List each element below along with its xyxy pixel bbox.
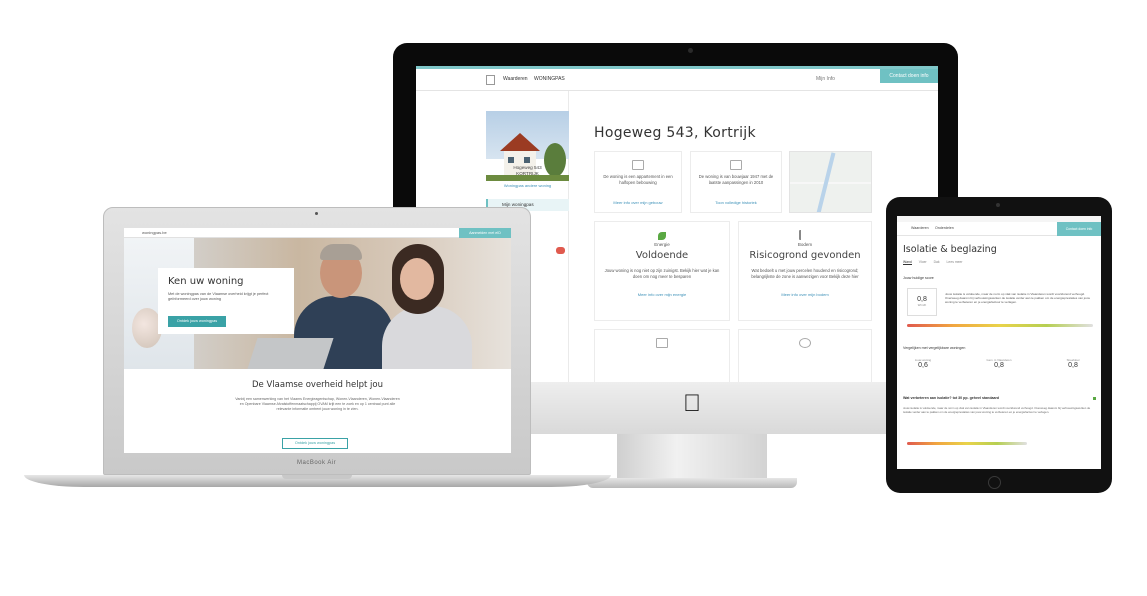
soil-label: Bodem bbox=[797, 242, 813, 247]
history-card: De woning is van bouwjaar 1947 met de la… bbox=[690, 151, 782, 213]
hero-text: Met de woningpas van de Vlaamse overheid… bbox=[168, 292, 269, 301]
page-title: Hogeweg 543, Kortrijk bbox=[594, 125, 756, 141]
macbook-notch bbox=[282, 475, 352, 479]
score-gradient-bar bbox=[907, 324, 1093, 327]
ipad-page-title: Isolatie & beglazing bbox=[903, 244, 997, 255]
login-button[interactable]: Aanmelden met eID bbox=[459, 228, 511, 238]
section-paragraph: Vanbij een samenwerking van het Vlaams E… bbox=[235, 397, 400, 411]
tab-dak[interactable]: Dak bbox=[934, 260, 940, 264]
woman-face bbox=[400, 258, 434, 300]
tab-vloer[interactable]: Vloer bbox=[919, 260, 927, 264]
soil-status: Risicogrond gevonden bbox=[749, 250, 861, 261]
sidebar-other-home-link[interactable]: Woningpas andere woning bbox=[486, 183, 569, 188]
nav-item-woningpas[interactable]: WONINGPAS bbox=[534, 76, 565, 82]
user-menu[interactable]: Mijn Info bbox=[816, 76, 835, 82]
ipad-contact-button[interactable]: Contact doen info bbox=[1057, 222, 1101, 236]
building-card-text: De woning is een appartement in een half… bbox=[603, 174, 673, 185]
hero-card: Ken uw woning Met de woningpas van de Vl… bbox=[158, 268, 294, 334]
nav-item-waarderen[interactable]: Waarderen bbox=[503, 76, 528, 82]
macbook-screen: woningpas.be Aanmelden met eID Ken uw wo… bbox=[124, 228, 511, 453]
ipad-nav-item-2[interactable]: Onderdelen bbox=[935, 226, 954, 230]
imac-topbar: Waarderen WONINGPAS Mijn Info Contact do… bbox=[416, 69, 938, 91]
compare-row: Jouw woning 0,6 Gem. in Vlaanderen 0,8 S… bbox=[903, 358, 1095, 386]
woman-figure bbox=[382, 306, 472, 369]
brand-text[interactable]: woningpas.be bbox=[142, 230, 167, 235]
house-roof bbox=[500, 133, 540, 151]
building-card: De woning is een appartement in een half… bbox=[594, 151, 682, 213]
improve-gradient-bar bbox=[907, 442, 1027, 445]
compare-value: 0,6 bbox=[918, 362, 928, 369]
device-mockup-stage: Waarderen WONINGPAS Mijn Info Contact do… bbox=[0, 0, 1147, 596]
check-icon bbox=[1093, 397, 1096, 400]
soil-card-link[interactable]: Meer info over mijn bodem bbox=[739, 292, 871, 297]
imac-stand bbox=[617, 434, 767, 478]
secondary-cta-button[interactable]: Ontdek jouw woningpas bbox=[282, 438, 348, 449]
score-section-title: Jouw huidige score bbox=[903, 276, 934, 280]
address-city: KORTRIJK bbox=[516, 171, 539, 176]
ipad-home-button[interactable] bbox=[988, 476, 1001, 489]
history-icon bbox=[730, 160, 742, 170]
soil-card: Bodem Risicogrond gevonden Wat bedoelt u… bbox=[738, 221, 872, 321]
tab-wand[interactable]: Wand bbox=[903, 260, 912, 265]
man-hair bbox=[320, 244, 362, 260]
energy-status: Voldoende bbox=[635, 250, 689, 261]
ipad-screen: Waarderen Onderdelen Contact doen info I… bbox=[897, 216, 1101, 469]
house-window bbox=[524, 157, 530, 163]
history-card-link[interactable]: Toon volledige historiek bbox=[691, 200, 781, 205]
leaf-icon bbox=[658, 232, 666, 240]
improve-paragraph: Jouw isolatie is voldoende, maar de norm… bbox=[903, 406, 1091, 414]
history-card-text: De woning is van bouwjaar 1947 met de la… bbox=[698, 174, 774, 185]
macbook-label: MacBook Air bbox=[297, 460, 337, 466]
score-description: Jouw isolatie is voldoende, maar de norm… bbox=[945, 292, 1090, 305]
compare-value: 0,8 bbox=[1068, 362, 1078, 369]
compare-item: Jouw woning 0,6 bbox=[903, 358, 943, 369]
hero-title: Ken uw woning bbox=[168, 276, 244, 287]
energy-card-link[interactable]: Meer info over mijn energie bbox=[595, 292, 729, 297]
ipad-nav-item-1[interactable]: Waarderen bbox=[911, 226, 929, 230]
score-unit: W/m²K bbox=[917, 303, 927, 307]
building-card-link[interactable]: Meer info over mijn gebouw bbox=[595, 200, 681, 205]
improve-section-title: Wat verbeteren aan isolatie? tot 30 pp. … bbox=[903, 396, 1000, 400]
documents-card bbox=[594, 329, 730, 382]
contact-button[interactable]: Contact doen info bbox=[880, 69, 938, 83]
compare-item: Gem. in Vlaanderen 0,8 bbox=[979, 358, 1019, 369]
apple-logo-icon:  bbox=[683, 392, 701, 416]
location-map[interactable] bbox=[789, 151, 872, 213]
laptop-in-photo bbox=[246, 338, 334, 369]
logo-icon bbox=[486, 75, 495, 85]
hero-cta-button[interactable]: Ontdek jouw woningpas bbox=[168, 316, 226, 327]
energy-label: Energie bbox=[654, 242, 670, 247]
compare-item: Streefdoel 0,8 bbox=[1053, 358, 1093, 369]
macbook-topbar: woningpas.be Aanmelden met eID bbox=[124, 228, 511, 238]
imac-stand-foot bbox=[587, 478, 797, 488]
sidebar-address: Hogeweg 543 KORTRIJK bbox=[486, 165, 569, 177]
energy-card-text: Jouw woning is nog niet op zijn zuinigst… bbox=[604, 268, 720, 279]
map-road bbox=[790, 182, 871, 184]
section-heading: De Vlaamse overheid helpt jou bbox=[252, 380, 383, 390]
ipad-topbar: Waarderen Onderdelen Contact doen info bbox=[897, 222, 1101, 236]
soil-card-text: Wat bedoelt u met jouw percelen houdend … bbox=[751, 268, 859, 279]
ipad-tabs: Wand Vloer Dak Lees meer bbox=[903, 260, 969, 265]
score-box: 0,8 W/m²K bbox=[907, 288, 937, 316]
house-photo bbox=[486, 111, 569, 181]
score-value: 0,8 bbox=[917, 296, 927, 303]
compare-value: 0,8 bbox=[994, 362, 1004, 369]
hero-photo: Ken uw woning Met de woningpas van de Vl… bbox=[124, 238, 511, 369]
environment-icon bbox=[799, 338, 811, 348]
tab-lees-meer[interactable]: Lees meer bbox=[947, 260, 963, 264]
macbook-camera bbox=[315, 212, 318, 215]
notification-badge bbox=[556, 247, 565, 254]
imac-camera bbox=[688, 48, 693, 53]
compare-section-title: Vergelijken met vergelijkbare woningen bbox=[903, 346, 966, 350]
ipad-camera bbox=[996, 203, 1000, 207]
energy-card: Energie Voldoende Jouw woning is nog nie… bbox=[594, 221, 730, 321]
building-icon bbox=[632, 160, 644, 170]
soil-icon bbox=[799, 230, 805, 240]
document-icon bbox=[656, 338, 668, 348]
house-window bbox=[508, 157, 514, 163]
environment-card bbox=[738, 329, 872, 382]
